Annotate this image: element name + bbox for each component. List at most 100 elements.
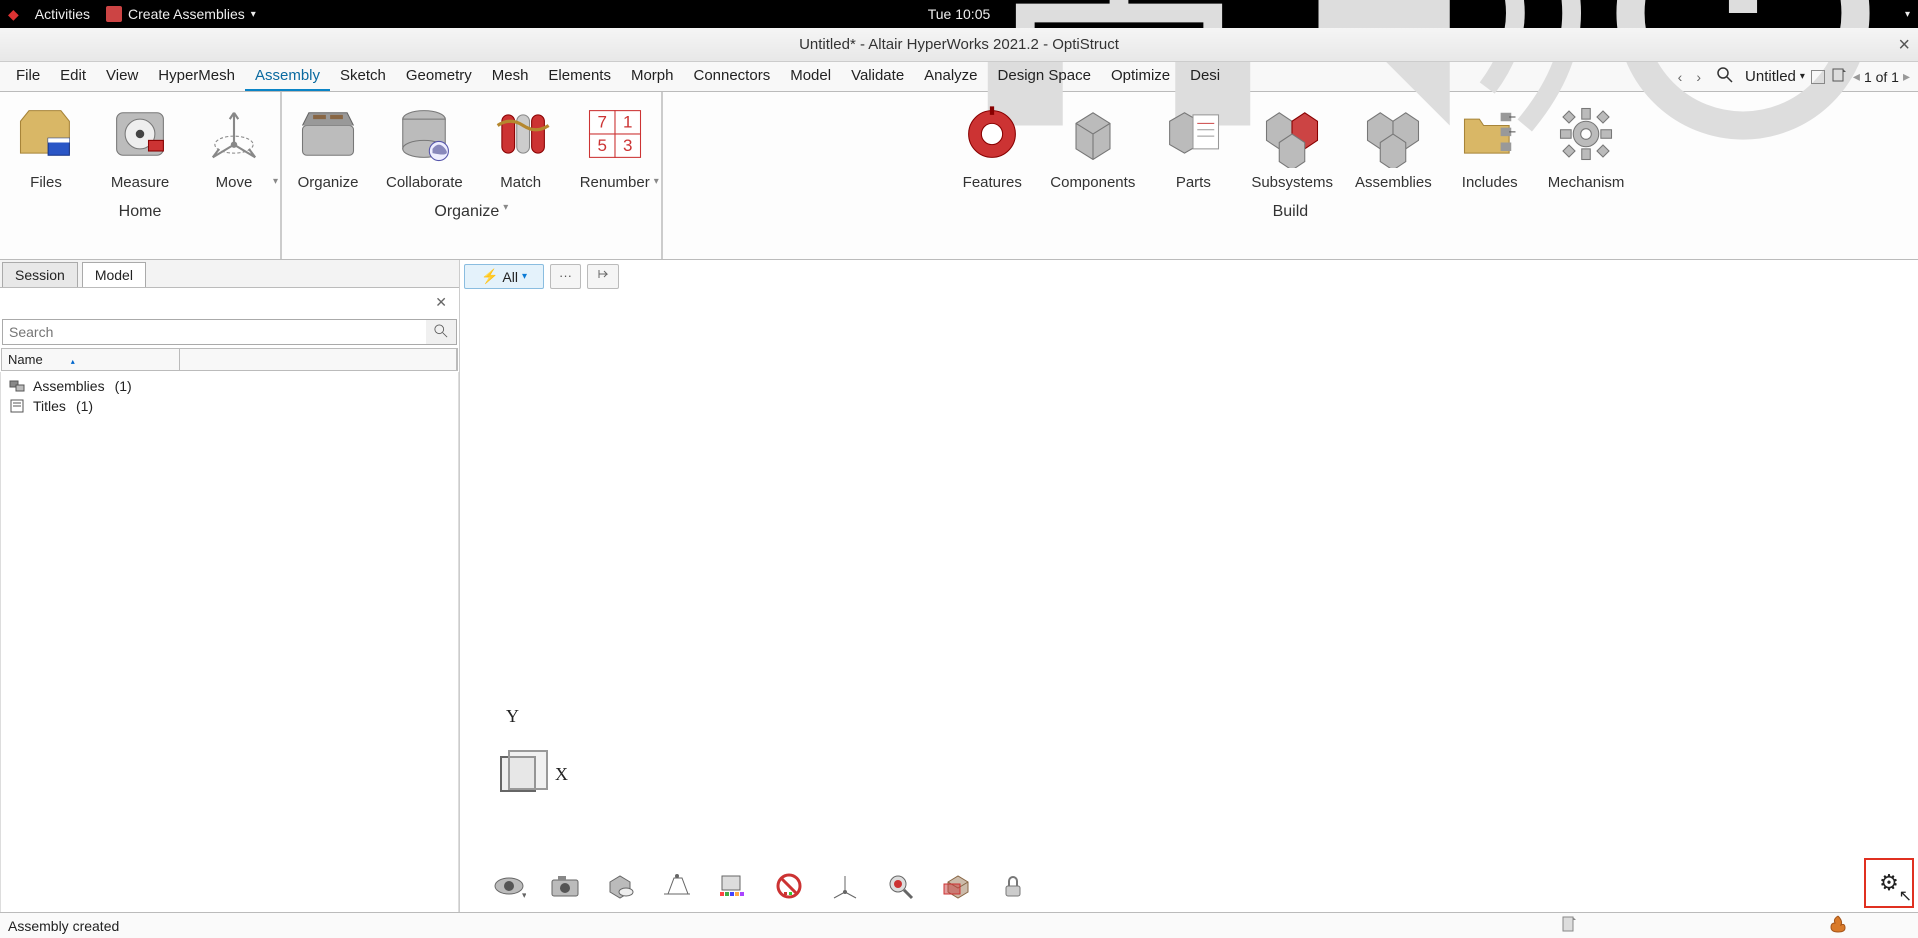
snapshot-tool[interactable] [546,870,584,902]
os-top-bar: ◆ Activities Create Assemblies ▾ Tue 10:… [0,0,1918,28]
ribbon-components-label: Components [1050,174,1135,191]
tree-item-titles[interactable]: Titles (1) [5,396,454,416]
filter-reset-button[interactable] [587,264,619,289]
sort-ascending-icon: ▴ [71,357,75,366]
ribbon-move[interactable]: Move [198,98,270,191]
ribbon-components[interactable]: Components [1050,98,1135,191]
menu-mesh[interactable]: Mesh [482,62,539,91]
organize-group-dropdown-icon[interactable]: ▾ [654,176,659,187]
axis-tool[interactable] [826,870,864,902]
menu-scroll-right[interactable]: › [1692,67,1705,87]
status-fire-icon[interactable] [1828,914,1848,937]
graphics-viewport[interactable]: ⚡ All ▾ ··· Y X ▾ ⚙ [460,260,1918,912]
document-selector[interactable]: Untitled ▾ [1745,68,1805,85]
view-triad[interactable]: Y X [500,756,536,792]
panel-close-button[interactable]: ✕ [429,290,453,315]
filter-more-button[interactable]: ··· [550,264,581,289]
tab-session[interactable]: Session [2,262,78,287]
new-page-icon[interactable] [1831,67,1847,87]
menu-design-space[interactable]: Design Space [988,62,1101,91]
page-prev[interactable]: ◂ [1853,68,1860,85]
ribbon-features[interactable]: Features [956,98,1028,191]
tree-col-name[interactable]: Name▴ [2,349,180,370]
menu-hypermesh[interactable]: HyperMesh [148,62,245,91]
document-selector-label: Untitled [1745,68,1796,85]
ribbon-assemblies-label: Assemblies [1355,174,1432,191]
ribbon-renumber[interactable]: 7 1 5 3 Renumber [579,98,651,191]
triad-cube-icon[interactable] [500,756,536,792]
menu-edit[interactable]: Edit [50,62,96,91]
ribbon-organize[interactable]: Organize [292,98,364,191]
app-menu[interactable]: Create Assemblies ▾ [106,6,256,22]
system-menu-chevron-icon[interactable]: ▾ [1905,9,1910,20]
menu-connectors[interactable]: Connectors [683,62,780,91]
ribbon-files[interactable]: Files [10,98,82,191]
renumber-icon: 7 1 5 3 [579,98,651,170]
includes-icon [1454,98,1526,170]
tree-item-assemblies[interactable]: Assemblies (1) [5,376,454,396]
menu-analyze[interactable]: Analyze [914,62,987,91]
chevron-down-icon: ▾ [522,271,527,282]
ribbon-renumber-label: Renumber [580,174,650,191]
menu-morph[interactable]: Morph [621,62,684,91]
menu-assembly[interactable]: Assembly [245,62,330,91]
status-message: Assembly created [8,918,119,934]
search-input[interactable] [3,320,426,344]
activities-button[interactable]: Activities [29,6,96,22]
ribbon-group-organize-label: Organize [434,201,499,223]
titles-tree-icon [9,398,27,414]
ribbon-organize-label: Organize [298,174,359,191]
axis-y-label: Y [506,706,519,727]
organize-label-dropdown-icon[interactable]: ▾ [503,202,508,213]
visibility-tool[interactable]: ▾ [490,870,528,902]
ribbon-measure[interactable]: Measure [104,98,176,191]
svg-text:3: 3 [623,136,632,155]
status-doc-icon[interactable] [1560,915,1578,936]
menu-geometry[interactable]: Geometry [396,62,482,91]
menu-scroll-left[interactable]: ‹ [1674,67,1687,87]
ribbon-parts-label: Parts [1176,174,1211,191]
menu-design-truncated[interactable]: Desi [1180,62,1230,91]
features-icon [956,98,1028,170]
os-clock[interactable]: Tue 10:05 [928,6,991,22]
menu-view[interactable]: View [96,62,148,91]
perspective-tool[interactable] [658,870,696,902]
search-icon[interactable] [1711,65,1739,89]
display-mode-tool[interactable] [602,870,640,902]
assemblies-icon [1357,98,1429,170]
model-tree: Assemblies (1) Titles (1) [0,372,459,912]
window-close-button[interactable]: × [1898,34,1910,57]
home-group-dropdown-icon[interactable]: ▾ [273,176,278,187]
ribbon-subsystems[interactable]: Subsystems [1251,98,1333,191]
tree-item-label: Assemblies [33,378,105,394]
menu-elements[interactable]: Elements [538,62,621,91]
search-button[interactable] [426,320,456,344]
zoom-tool[interactable] [882,870,920,902]
frame-toggle-icon[interactable] [1811,70,1825,84]
page-navigator: ◂ 1 of 1 ▸ [1853,68,1910,85]
menu-optimize[interactable]: Optimize [1101,62,1180,91]
hide-tool[interactable] [770,870,808,902]
model-browser-panel: Session Model ✕ Name▴ Assemblies (1) [0,260,460,912]
ribbon-includes[interactable]: Includes [1454,98,1526,191]
section-tool[interactable] [938,870,976,902]
ribbon-mechanism[interactable]: Mechanism [1548,98,1625,191]
page-next[interactable]: ▸ [1903,68,1910,85]
tree-header[interactable]: Name▴ [1,348,458,371]
status-bar: Assembly created [0,912,1918,938]
ribbon-parts[interactable]: Parts [1157,98,1229,191]
tab-model[interactable]: Model [82,262,146,287]
menu-file[interactable]: File [6,62,50,91]
axis-x-label: X [555,764,568,785]
menu-validate[interactable]: Validate [841,62,914,91]
ribbon-match[interactable]: Match [485,98,557,191]
app-menu-icon [106,6,122,22]
menu-model[interactable]: Model [780,62,841,91]
viewport-settings-button[interactable]: ⚙ ↖ [1864,858,1914,908]
menu-sketch[interactable]: Sketch [330,62,396,91]
filter-all-button[interactable]: ⚡ All ▾ [464,264,544,289]
ribbon-collaborate[interactable]: Collaborate [386,98,463,191]
lock-tool[interactable] [994,870,1032,902]
color-mode-tool[interactable] [714,870,752,902]
ribbon-assemblies[interactable]: Assemblies [1355,98,1432,191]
